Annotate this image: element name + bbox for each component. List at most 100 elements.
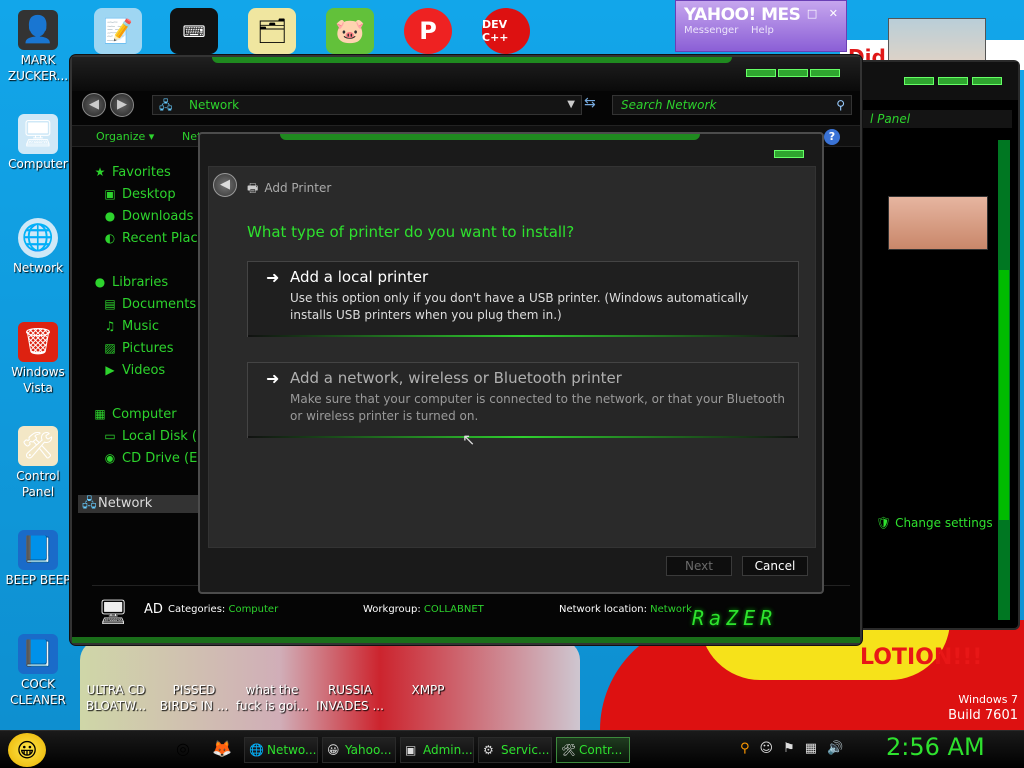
nav-favorites[interactable]: ★ Favorites (80, 161, 206, 183)
videos-icon: ▶ (105, 363, 115, 377)
desktop-icon-beep[interactable]: 📘 BEEP BEEP (0, 530, 76, 588)
nav-recent-places[interactable]: ◐ Recent Plac (80, 227, 206, 249)
chrome-icon[interactable]: ◎ (176, 739, 190, 758)
search-icon[interactable]: ⚲ (836, 96, 845, 114)
next-button[interactable]: Next (666, 556, 732, 576)
workgroup-info: Workgroup: COLLABNET (363, 604, 484, 615)
yahoo-icon: 😀 (327, 743, 340, 757)
nav-documents[interactable]: ▤ Documents (80, 293, 206, 315)
desktop-icon-russia[interactable]: RUSSIA INVADES ... (312, 682, 388, 714)
maximize-button[interactable] (938, 77, 968, 85)
user-icon: 👤 (18, 10, 58, 50)
maximize-button[interactable] (778, 69, 808, 77)
scrollbar-thumb[interactable] (999, 270, 1009, 520)
network-icon: 🖧 (82, 496, 97, 511)
desktop-icon-xmpp[interactable]: XMPP (390, 682, 466, 698)
back-button[interactable]: ◀ (213, 173, 237, 197)
desktop-icon-ultracd[interactable]: ULTRA CD BLOATW... (78, 682, 154, 714)
flag-icon[interactable]: ⚑ (783, 741, 795, 756)
devcpp-icon[interactable]: DEV C++ (482, 8, 530, 54)
help-icon[interactable]: ? (824, 129, 840, 145)
option-description: Make sure that your computer is connecte… (290, 392, 785, 423)
desktop-icon-computer[interactable]: 🖥 Computer (0, 114, 76, 172)
p-app-icon[interactable]: P (404, 8, 452, 54)
add-printer-dialog[interactable]: ◀ 🖶 Add Printer What type of printer do y… (198, 132, 824, 594)
cancel-button[interactable]: Cancel (742, 556, 808, 576)
nav-downloads[interactable]: ● Downloads (80, 205, 206, 227)
desktop-icon-network[interactable]: 🌐 Network (0, 218, 76, 276)
yahoo-messenger-window[interactable]: YAHOO! MES Messenger Help – □ ✕ (675, 0, 847, 52)
cd-icon: ◉ (104, 451, 116, 465)
yahoo-menu-help[interactable]: Help (751, 25, 774, 36)
computer-icon: ▦ (94, 407, 106, 421)
clock[interactable]: 2:56 AM (886, 733, 985, 761)
categories-info: Categories: Computer (168, 604, 279, 615)
explorer-navbar: ◀ ▶ 🖧 Network ▼ ⇆ Search Network ⚲ (72, 91, 860, 119)
messenger-icon[interactable]: ☺ (760, 741, 774, 756)
taskbar-item-network[interactable]: 🌐 Netwo... (244, 737, 318, 763)
search-input[interactable]: Search Network ⚲ (612, 95, 852, 115)
refresh-icon[interactable]: ⇆ (584, 95, 596, 111)
add-network-printer-option[interactable]: ➜ Add a network, wireless or Bluetooth p… (247, 362, 799, 438)
nav-cd-drive[interactable]: ◉ CD Drive (E (80, 447, 206, 469)
close-button[interactable] (810, 69, 840, 77)
angry-birds-pig-icon[interactable]: 🐷 (326, 8, 374, 54)
desktop-icon-mark[interactable]: 👤 MARK ZUCKER... (0, 10, 76, 84)
yahoo-menu-messenger[interactable]: Messenger (684, 25, 738, 36)
desktop-icon: ▣ (104, 187, 116, 201)
taskbar-item-control-panel[interactable]: 🛠 Contr... (556, 737, 630, 763)
recycle-bin-icon: 🗑 (18, 322, 58, 362)
nav-videos[interactable]: ▶ Videos (80, 359, 206, 381)
nav-music[interactable]: ♫ Music (80, 315, 206, 337)
forward-button[interactable]: ▶ (110, 93, 134, 117)
dialog-footer: Next Cancel (208, 552, 816, 588)
nav-libraries[interactable]: ● Libraries (80, 271, 206, 293)
chevron-down-icon[interactable]: ▼ (567, 96, 575, 114)
control-panel-titlebar (842, 62, 1018, 100)
computer-icon: 🖥 (18, 114, 58, 154)
control-panel-search[interactable]: l Panel (862, 110, 1012, 128)
minimize-button[interactable] (746, 69, 776, 77)
system-tray: ⚲ ☺ ⚑ ▦ 🔊 (740, 741, 843, 756)
scrollbar[interactable] (998, 140, 1010, 620)
desktop-icon-wtf[interactable]: what the fuck is goi... (234, 682, 310, 714)
back-button[interactable]: ◀ (82, 93, 106, 117)
desktop-icon-pissed-birds[interactable]: PISSED BIRDS IN ... (156, 682, 232, 714)
wallpaper-text-lotion: LOTION!!! (860, 645, 983, 670)
close-button[interactable] (972, 77, 1002, 85)
cmd-icon: ▣ (405, 743, 417, 757)
control-panel-window[interactable]: l Panel 🛡 Change settings (840, 60, 1020, 630)
control-panel-icon: 🛠 (18, 426, 58, 466)
arrow-right-icon: ➜ (266, 369, 280, 388)
taskbar-item-yahoo[interactable]: 😀 Yahoo... (322, 737, 396, 763)
change-settings-link[interactable]: 🛡 Change settings (876, 516, 993, 530)
book-icon: 📘 (18, 530, 58, 570)
nav-network[interactable]: 🖧 Network (78, 495, 198, 513)
desktop-icon-recycle-bin[interactable]: 🗑 Windows Vista (0, 322, 76, 396)
yahoo-window-buttons[interactable]: – □ ✕ (790, 7, 842, 20)
nav-pictures[interactable]: ▨ Pictures (80, 337, 206, 359)
folder-icon[interactable]: 🗂 (248, 8, 296, 54)
close-button[interactable] (774, 150, 804, 158)
option-description: Use this option only if you don't have a… (290, 291, 749, 322)
search-icon[interactable]: ⚲ (740, 741, 750, 756)
taskbar-item-admin[interactable]: ▣ Admin... (400, 737, 474, 763)
notepad-icon[interactable]: 📝 (94, 8, 142, 54)
nav-computer[interactable]: ▦ Computer (80, 403, 206, 425)
nav-desktop[interactable]: ▣ Desktop (80, 183, 206, 205)
cmd-icon[interactable]: ⌨ (170, 8, 218, 54)
dialog-trim (280, 134, 700, 140)
organize-button[interactable]: Organize ▾ (96, 130, 154, 143)
minimize-button[interactable] (904, 77, 934, 85)
taskbar-item-services[interactable]: ⚙ Servic... (478, 737, 552, 763)
add-local-printer-option[interactable]: ➜ Add a local printer Use this option on… (247, 261, 799, 337)
desktop-icon-control-panel[interactable]: 🛠 Control Panel (0, 426, 76, 500)
nav-local-disk[interactable]: ▭ Local Disk ( (80, 425, 206, 447)
firefox-icon[interactable]: 🦊 (212, 739, 232, 758)
start-button[interactable]: 😀 (8, 733, 46, 767)
computer-icon: 🖥 (98, 598, 129, 626)
network-status-icon[interactable]: ▦ (805, 741, 817, 756)
address-bar[interactable]: 🖧 Network ▼ (152, 95, 582, 115)
volume-icon[interactable]: 🔊 (827, 741, 843, 756)
desktop-icon-cock-cleaner[interactable]: 📘 COCK CLEANER (0, 634, 76, 708)
